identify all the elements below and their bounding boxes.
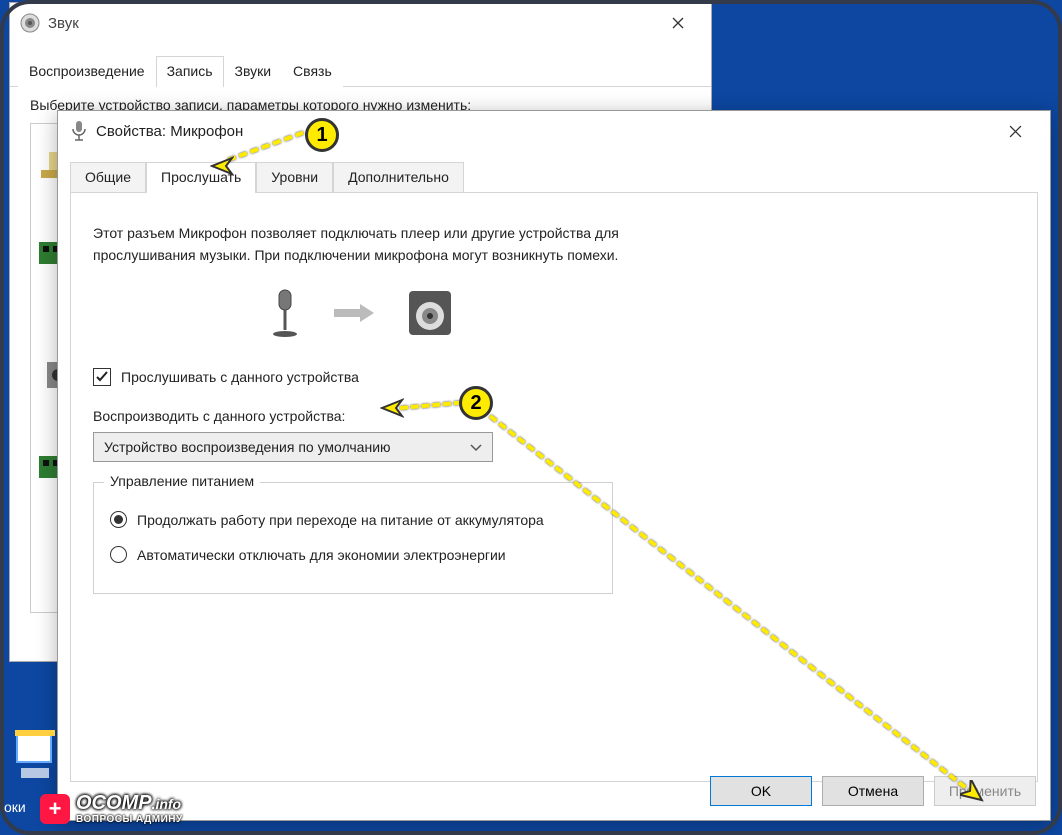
radio-label-1: Продолжать работу при переходе на питани… [137,512,544,528]
watermark-plus-icon: + [40,794,70,824]
properties-tabs: Общие Прослушать Уровни Дополнительно [58,161,1050,192]
microphone-icon [70,120,88,142]
watermark-main: OCOMP [76,792,152,814]
radio-auto-disable[interactable] [110,546,127,563]
microphone-stand-icon [268,288,302,338]
listen-checkbox-row: Прослушивать с данного устройства [93,368,1015,386]
listen-checkbox-label: Прослушивать с данного устройства [121,369,359,385]
watermark-subtitle: ВОПРОСЫ АДМИНУ [76,814,183,825]
properties-close-button[interactable] [992,115,1038,147]
sound-tabs: Воспроизведение Запись Звуки Связь [10,55,711,87]
taskbar-label: оки [4,799,26,815]
watermark-suffix: .info [152,796,182,812]
properties-window-title: Свойства: Микрофон [96,123,992,140]
annotation-marker-1: 1 [305,118,339,152]
listen-checkbox[interactable] [93,368,111,386]
radio-label-2: Автоматически отключать для экономии эле… [137,547,506,563]
playback-device-select[interactable]: Устройство воспроизведения по умолчанию [93,432,493,462]
tab-recording[interactable]: Запись [156,56,224,87]
arrowhead-icon [210,154,234,178]
ok-button[interactable]: OK [710,776,812,806]
arrow-right-icon [332,302,376,324]
tab-playback[interactable]: Воспроизведение [18,56,156,87]
radio-continue-on-battery[interactable] [110,511,127,528]
chevron-down-icon [470,439,482,455]
power-group-legend: Управление питанием [104,473,260,489]
sound-window-title: Звук [48,15,655,32]
annotation-marker-2: 2 [459,386,493,420]
watermark: + OCOMP.info ВОПРОСЫ АДМИНУ [40,785,183,833]
playback-device-value: Устройство воспроизведения по умолчанию [104,439,391,455]
listen-tab-panel: Этот разъем Микрофон позволяет подключат… [70,192,1038,782]
arrowhead-icon [960,780,988,808]
sound-close-button[interactable] [655,7,701,39]
tab-sounds[interactable]: Звуки [224,56,283,87]
properties-titlebar: Свойства: Микрофон [58,111,1050,151]
tab-listen[interactable]: Прослушать [146,162,256,193]
tab-communications[interactable]: Связь [282,56,343,87]
listen-diagram [268,288,1015,338]
tab-advanced[interactable]: Дополнительно [333,162,464,193]
speaker-icon [20,13,40,33]
sound-titlebar: Звук [10,3,711,43]
speaker-icon [406,288,454,338]
power-management-group: Управление питанием Продолжать работу пр… [93,482,613,594]
listen-description: Этот разъем Микрофон позволяет подключат… [93,223,683,266]
tab-general[interactable]: Общие [70,162,146,193]
cancel-button[interactable]: Отмена [822,776,924,806]
taskbar-thumbnail [15,730,55,780]
tab-levels[interactable]: Уровни [256,162,333,193]
playback-through-label: Воспроизводить с данного устройства: [93,408,1015,424]
arrowhead-icon [380,396,404,420]
